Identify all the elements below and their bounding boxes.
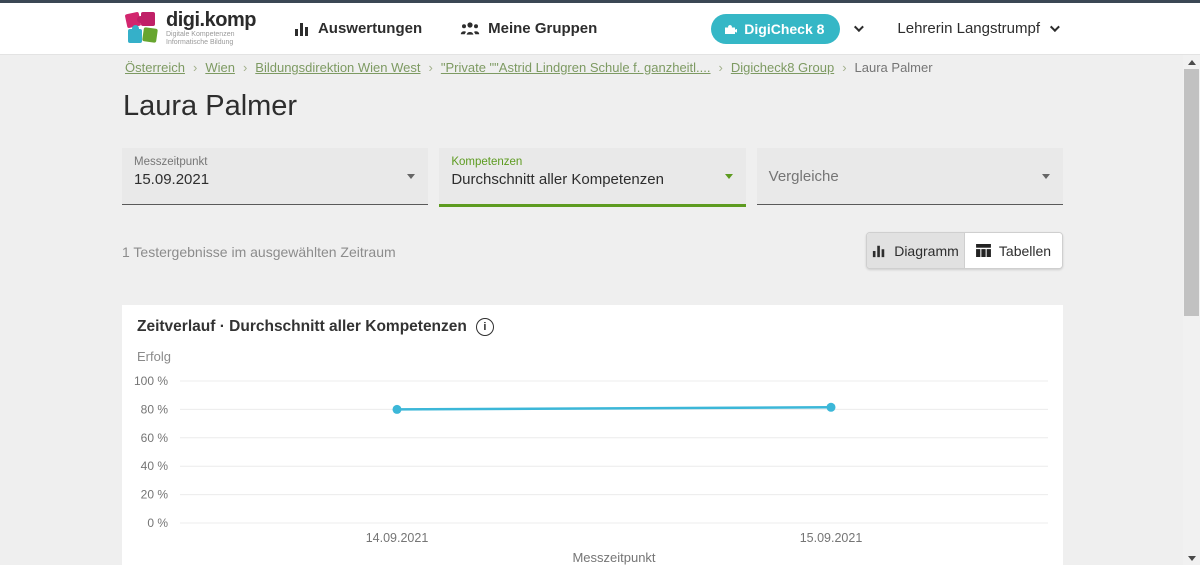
kompetenzen-select[interactable]: Kompetenzen Durchschnitt aller Kompetenz… (439, 148, 745, 207)
breadcrumb-separator-icon: › (429, 60, 433, 75)
chart-title-row: Zeitverlauf · Durchschnitt aller Kompete… (137, 318, 494, 336)
logo-title: digi.komp (166, 10, 256, 30)
x-tick-label: 15.09.2021 (800, 531, 863, 545)
user-menu[interactable]: Lehrerin Langstrumpf (897, 20, 1057, 37)
table-icon (976, 244, 991, 257)
bar-chart-icon (872, 244, 886, 258)
breadcrumb: Österreich › Wien › Bildungsdirektion Wien W… (125, 60, 1065, 75)
diagramm-label: Diagramm (894, 243, 959, 259)
navbar: digi.komp Digitale Kompetenzen Informati… (0, 3, 1200, 55)
main-nav: Auswertungen Meine Gruppen (294, 20, 597, 37)
results-summary: 1 Testergebnisse im ausgewählten Zeitrau… (122, 244, 396, 260)
puzzle-piece-green (142, 27, 158, 43)
view-toggle: Diagramm Tabellen (866, 232, 1063, 269)
y-tick-label: 20 % (141, 488, 169, 502)
x-axis-title: Messzeitpunkt (572, 550, 655, 565)
nav-item-label: Meine Gruppen (488, 20, 597, 37)
info-icon[interactable]: i (476, 318, 494, 336)
scrollbar-down-arrow[interactable] (1183, 551, 1200, 565)
vertical-scrollbar[interactable] (1183, 55, 1200, 565)
tabellen-toggle-button[interactable]: Tabellen (965, 233, 1062, 268)
y-tick-label: 80 % (141, 402, 169, 416)
filter-row: Messzeitpunkt 15.09.2021 Kompetenzen Dur… (122, 148, 1063, 207)
breadcrumb-item[interactable]: Österreich (125, 60, 185, 75)
breadcrumb-item[interactable]: Wien (205, 60, 235, 75)
breadcrumb-item: Laura Palmer (855, 60, 933, 75)
breadcrumb-separator-icon: › (842, 60, 846, 75)
breadcrumb-separator-icon: › (719, 60, 723, 75)
scrollbar-up-arrow[interactable] (1183, 55, 1200, 69)
scrollbar-thumb[interactable] (1184, 69, 1199, 316)
y-tick-label: 40 % (141, 459, 169, 473)
breadcrumb-item[interactable]: Bildungsdirektion Wien West (255, 60, 420, 75)
breadcrumb-separator-icon: › (243, 60, 247, 75)
user-chevron-down-icon (1050, 22, 1060, 32)
data-point[interactable] (393, 405, 402, 414)
y-tick-label: 0 % (147, 516, 168, 530)
digicheck8-label: DigiCheck 8 (744, 21, 824, 37)
puzzle-icon (723, 22, 737, 36)
chart-card: Zeitverlauf · Durchschnitt aller Kompete… (122, 305, 1063, 565)
dropdown-arrow-icon (407, 174, 415, 179)
puzzle-piece-teal (128, 29, 142, 43)
y-tick-label: 100 % (134, 374, 168, 388)
data-point[interactable] (827, 403, 836, 412)
kompetenzen-label: Kompetenzen (439, 148, 745, 171)
digicheck-chevron-down-icon[interactable] (854, 22, 864, 32)
breadcrumb-item[interactable]: Digicheck8 Group (731, 60, 834, 75)
messzeitpunkt-select[interactable]: Messzeitpunkt 15.09.2021 (122, 148, 428, 205)
puzzle-piece-magenta (141, 12, 155, 26)
user-name: Lehrerin Langstrumpf (897, 20, 1040, 37)
kompetenzen-value: Durchschnitt aller Kompetenzen (439, 171, 745, 188)
nav-item-meine-gruppen[interactable]: Meine Gruppen (460, 20, 597, 37)
messzeitpunkt-value: 15.09.2021 (122, 171, 428, 188)
chart-title: Zeitverlauf · Durchschnitt aller Kompete… (137, 318, 467, 336)
y-tick-label: 60 % (141, 431, 169, 445)
logo-subtitle-line2: Informatische Bildung (166, 39, 233, 46)
breadcrumb-item[interactable]: "Private ""Astrid Lindgren Schule f. gan… (441, 60, 711, 75)
messzeitpunkt-label: Messzeitpunkt (122, 148, 428, 171)
people-icon (460, 21, 480, 36)
breadcrumb-separator-icon: › (193, 60, 197, 75)
logo-subtitle: Digitale Kompetenzen Informatische Bildu… (166, 31, 256, 47)
page-title: Laura Palmer (123, 90, 297, 123)
tabellen-label: Tabellen (999, 243, 1051, 259)
diagramm-toggle-button[interactable]: Diagramm (867, 233, 965, 268)
logo-subtitle-line1: Digitale Kompetenzen (166, 31, 235, 38)
zeitverlauf-line-chart: 0 % 20 % 40 % 60 % 80 % 100 % 14.09.2021 15.09.… (122, 365, 1063, 565)
digicheck8-button[interactable]: DigiCheck 8 (711, 14, 840, 44)
x-tick-label: 14.09.2021 (366, 531, 429, 545)
digikomp-puzzle-icon (125, 12, 158, 45)
navbar-right: DigiCheck 8 Lehrerin Langstrumpf (711, 14, 1057, 44)
nav-item-auswertungen[interactable]: Auswertungen (294, 20, 422, 37)
dropdown-arrow-icon (725, 174, 733, 179)
digikomp-logo[interactable]: digi.komp Digitale Kompetenzen Informati… (125, 10, 256, 47)
bar-chart-icon (294, 21, 310, 37)
logo-text: digi.komp Digitale Kompetenzen Informati… (166, 10, 256, 47)
chart-y-axis-title: Erfolg (137, 349, 171, 364)
nav-item-label: Auswertungen (318, 20, 422, 37)
window-edge (0, 0, 1200, 3)
vergleiche-select[interactable]: Vergleiche (757, 148, 1063, 205)
dropdown-arrow-icon (1042, 174, 1050, 179)
vergleiche-label: Vergleiche (757, 148, 1063, 204)
